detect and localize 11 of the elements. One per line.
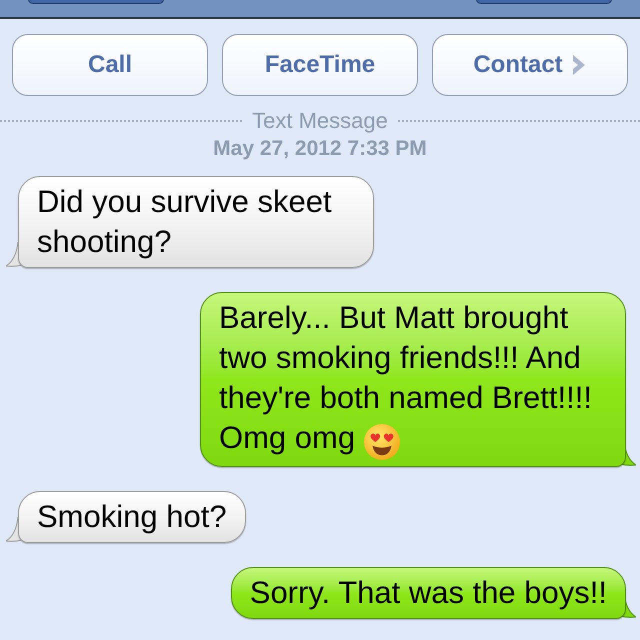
message-text: Smoking hot? bbox=[37, 498, 227, 534]
nav-button[interactable] bbox=[476, 0, 612, 4]
timestamp: May 27, 2012 7:33 PM bbox=[213, 136, 427, 162]
message-text: Did you survive skeet shooting? bbox=[37, 184, 332, 259]
message-text: Barely... But Matt brought two smoking friends!!! And they're both named Brett!!!! Omg omg bbox=[219, 300, 592, 455]
action-button[interactable]: Call bbox=[12, 34, 208, 96]
action-button[interactable]: Contact bbox=[432, 34, 628, 96]
message-text: Sorry. That was the boys!! bbox=[250, 574, 607, 610]
divider-label: Text Message bbox=[252, 108, 388, 134]
action-button[interactable]: FaceTime bbox=[222, 34, 418, 96]
nav-button[interactable] bbox=[28, 0, 164, 4]
